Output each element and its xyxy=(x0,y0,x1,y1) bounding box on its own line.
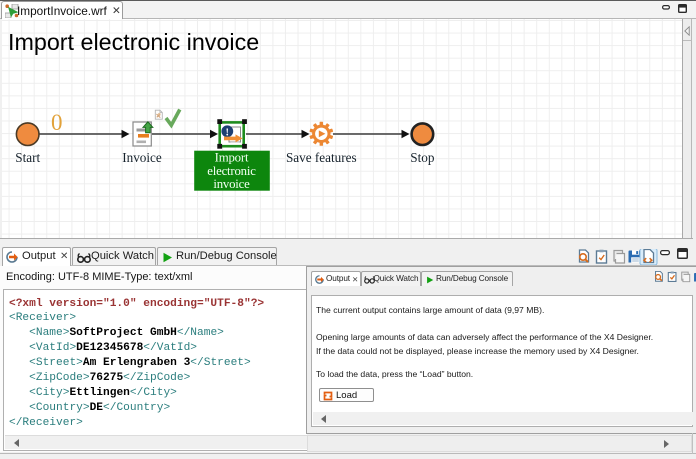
svg-text:0: 0 xyxy=(51,110,63,135)
svg-text:Start: Start xyxy=(15,150,40,165)
svg-text:Import: Import xyxy=(215,151,249,165)
svg-text:invoice: invoice xyxy=(213,177,250,191)
svg-text:Invoice: Invoice xyxy=(122,150,162,165)
svg-text:Stop: Stop xyxy=(410,150,435,165)
svg-text:electronic: electronic xyxy=(207,164,256,178)
svg-text:Save features: Save features xyxy=(286,150,357,165)
